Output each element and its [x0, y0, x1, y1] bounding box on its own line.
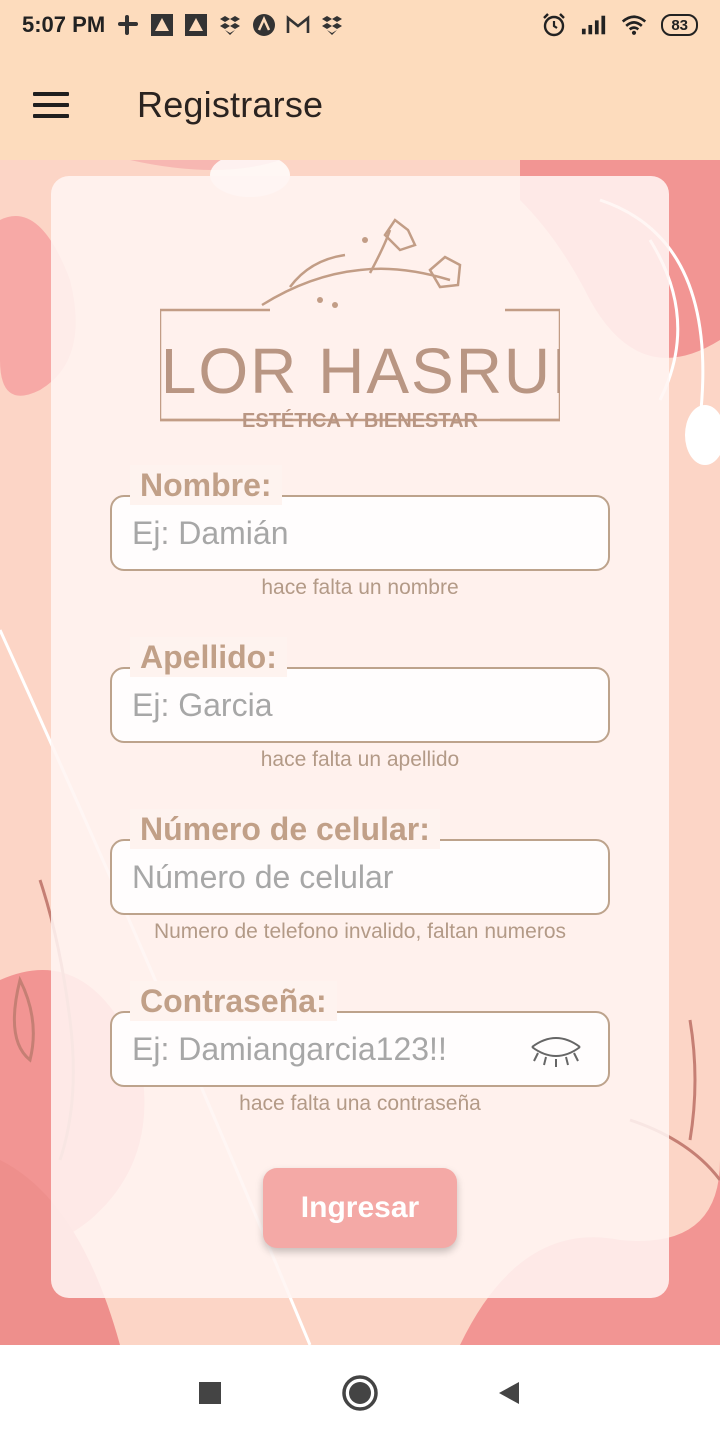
contrasena-helper: hace falta una contraseña	[239, 1092, 481, 1115]
contrasena-field[interactable]	[110, 1011, 610, 1087]
recents-square-icon[interactable]	[190, 1373, 230, 1413]
celular-field[interactable]	[110, 839, 610, 915]
battery-indicator: 83	[661, 14, 698, 36]
nombre-field[interactable]	[110, 495, 610, 571]
status-time: 5:07 PM	[22, 12, 106, 37]
eye-closed-icon[interactable]	[528, 1031, 584, 1071]
celular-input[interactable]	[132, 858, 512, 896]
system-nav-bar	[0, 1345, 720, 1440]
app-bar: Registrarse	[0, 50, 720, 160]
nombre-input[interactable]	[132, 514, 512, 552]
celular-label: Número de celular:	[130, 809, 440, 849]
apellido-label: Apellido:	[130, 637, 287, 677]
ingresar-button[interactable]: Ingresar	[263, 1168, 457, 1248]
alarm-icon	[541, 12, 567, 38]
brand-name: FLOR HASRUN	[160, 335, 560, 407]
apellido-helper: hace falta un apellido	[260, 748, 460, 771]
apellido-field[interactable]	[110, 667, 610, 743]
celular-helper: Numero de telefono invalido, faltan nume…	[153, 920, 567, 943]
arc-icon	[251, 12, 277, 38]
app-icon	[149, 12, 175, 38]
status-left: 5:07 PM	[22, 12, 345, 38]
wifi-icon	[621, 12, 647, 38]
gmail-icon	[285, 12, 311, 38]
contrasena-input[interactable]	[132, 1030, 512, 1068]
contrasena-label: Contraseña:	[130, 981, 337, 1021]
page-title: Registrarse	[137, 84, 324, 125]
nombre-helper: hace falta un nombre	[261, 576, 459, 599]
signal-icon	[581, 12, 607, 38]
brand-logo: FLOR HASRUN ESTÉTICA Y BIENESTAR	[120, 215, 598, 432]
nombre-label: Nombre:	[130, 465, 282, 505]
dropbox-icon	[319, 12, 345, 38]
status-right: 83	[541, 12, 698, 38]
apellido-input[interactable]	[132, 686, 512, 724]
home-circle-icon[interactable]	[340, 1373, 380, 1413]
brand-tagline: ESTÉTICA Y BIENESTAR	[242, 409, 479, 430]
app-icon	[183, 12, 209, 38]
slack-icon	[115, 12, 141, 38]
back-triangle-icon[interactable]	[490, 1373, 530, 1413]
hamburger-menu-icon[interactable]	[33, 85, 73, 125]
notification-icons	[115, 12, 345, 38]
dropbox-icon	[217, 12, 243, 38]
status-bar: 5:07 PM 83	[0, 0, 720, 50]
